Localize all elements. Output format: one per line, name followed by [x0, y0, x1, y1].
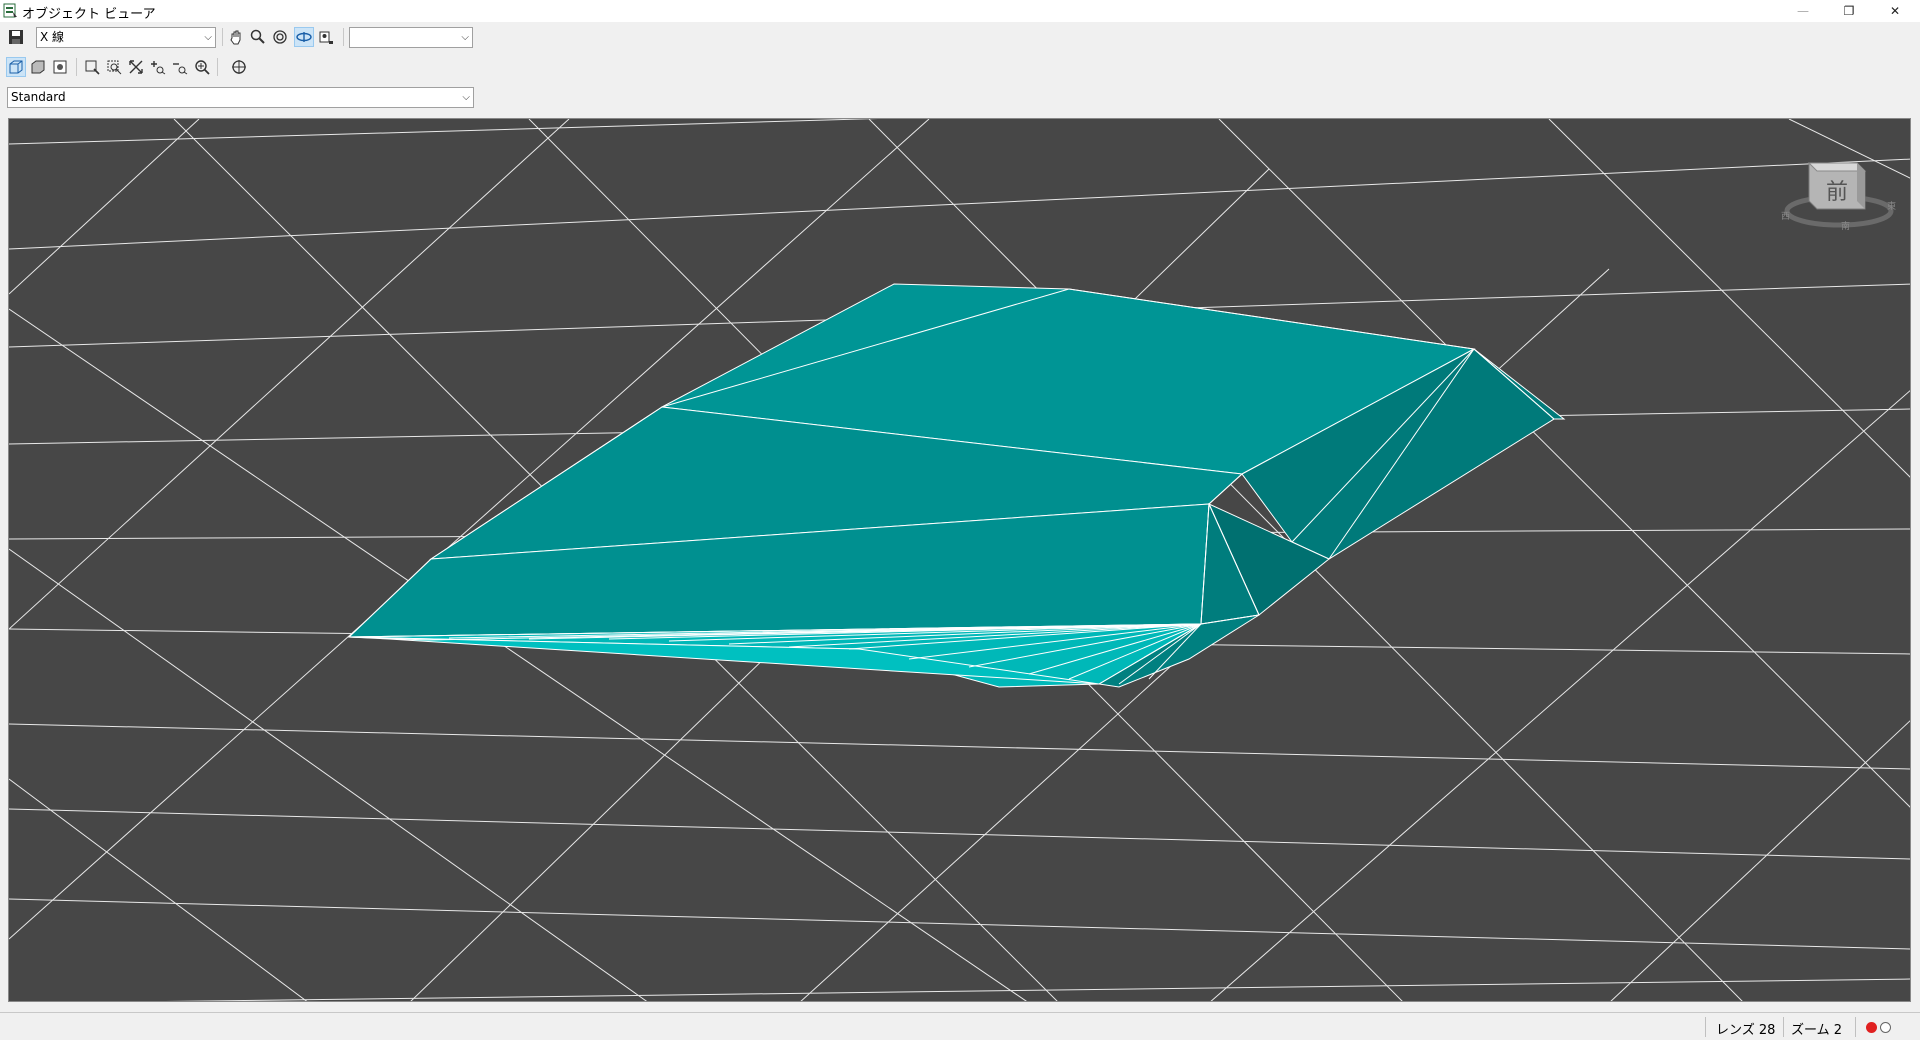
lens-readout: レンズ 28	[1716, 1023, 1776, 1038]
stop-indicator-icon[interactable]	[1880, 1022, 1891, 1033]
continuous-orbit-icon	[296, 32, 312, 42]
pan-icon	[230, 30, 241, 45]
toolbar-separator	[76, 58, 77, 76]
wireframe-view-icon	[9, 60, 23, 74]
ucs-icon	[232, 60, 246, 74]
orbit-button[interactable]	[270, 27, 290, 47]
chevron-down-icon: ⌵	[462, 92, 470, 103]
visual-style-select[interactable]: X 線 ⌵	[36, 27, 216, 48]
ucs-select[interactable]: Standard ⌵	[7, 87, 474, 108]
visual-style-manager-button[interactable]	[50, 57, 70, 77]
zoom-in-icon	[151, 61, 166, 75]
zoom-realtime-icon	[195, 60, 210, 75]
ucs-value: Standard	[11, 90, 66, 104]
toolbar-separator	[343, 28, 344, 46]
zoom-in-button[interactable]	[148, 57, 168, 77]
camera-icon	[319, 31, 333, 44]
object-viewport[interactable]: 前 西 東 南	[8, 118, 1911, 1002]
status-divider	[1705, 1017, 1706, 1037]
zoom-window-icon	[85, 60, 100, 75]
minimize-button[interactable]: —	[1780, 0, 1826, 22]
zoom-out-button[interactable]	[170, 57, 190, 77]
compass-east: 東	[1887, 200, 1896, 212]
mesh-object[interactable]	[347, 283, 1566, 688]
pan-button[interactable]	[226, 27, 246, 47]
visual-style-manager-icon	[53, 60, 67, 74]
status-bar: レンズ 28 ズーム 2	[0, 1012, 1920, 1040]
ucs-button[interactable]	[229, 57, 249, 77]
toolbar-separator	[222, 28, 223, 46]
title-bar: オブジェクト ビューア — ❐ ✕	[0, 0, 1920, 22]
shaded-view-icon	[31, 60, 45, 74]
chevron-down-icon: ⌵	[204, 32, 212, 43]
zoom-extents-icon	[107, 60, 122, 75]
zoom-button[interactable]	[248, 27, 268, 47]
status-divider	[1855, 1017, 1856, 1037]
zoom-extents-button[interactable]	[104, 57, 124, 77]
zoom-all-icon	[129, 60, 143, 74]
save-button[interactable]	[6, 27, 26, 47]
record-indicator-icon[interactable]	[1866, 1022, 1877, 1033]
chevron-down-icon: ⌵	[461, 32, 469, 43]
app-icon	[3, 3, 17, 18]
visual-style-value: X 線	[40, 30, 65, 44]
toolbar-area: X 線 ⌵ ⌵ Standard ⌵	[0, 22, 478, 114]
camera-button[interactable]	[316, 27, 336, 47]
toolbar-separator	[217, 58, 218, 76]
zoom-realtime-button[interactable]	[192, 57, 212, 77]
restore-button[interactable]: ❐	[1826, 0, 1872, 22]
continuous-orbit-button[interactable]	[294, 27, 314, 47]
named-view-select[interactable]: ⌵	[349, 27, 473, 48]
close-button[interactable]: ✕	[1872, 0, 1918, 22]
zoom-readout: ズーム 2	[1791, 1023, 1843, 1038]
viewcube-face-label[interactable]: 前	[1826, 180, 1848, 205]
zoom-out-icon	[173, 63, 188, 75]
viewcube[interactable]: 前 西 東 南	[1781, 162, 1896, 232]
wireframe-view-button[interactable]	[6, 57, 26, 77]
save-icon	[9, 30, 23, 44]
zoom-all-button[interactable]	[126, 57, 146, 77]
scene-canvas: 前 西 東 南	[9, 119, 1910, 1001]
compass-west: 西	[1781, 211, 1790, 222]
shaded-view-button[interactable]	[28, 57, 48, 77]
compass-south: 南	[1841, 220, 1850, 232]
zoom-icon	[250, 29, 265, 44]
zoom-window-button[interactable]	[82, 57, 102, 77]
orbit-icon	[273, 30, 287, 44]
status-divider	[1783, 1017, 1784, 1037]
window-title: オブジェクト ビューア	[22, 7, 156, 22]
